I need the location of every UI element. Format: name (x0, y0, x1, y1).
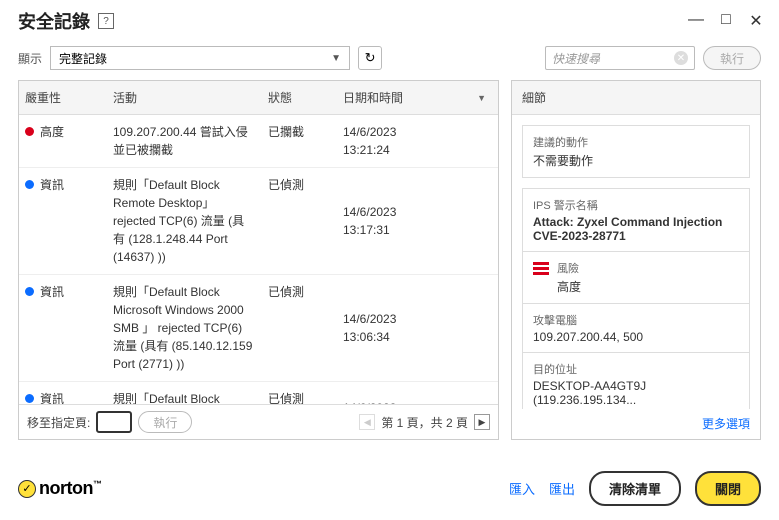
status-text: 已偵測 (262, 390, 337, 404)
search-exec-button[interactable]: 執行 (703, 46, 761, 70)
chevron-down-icon: ▼ (331, 53, 341, 64)
goto-page-input[interactable] (96, 411, 132, 433)
details-header: 細節 (512, 81, 760, 115)
severity-dot-icon (25, 127, 34, 136)
goto-label: 移至指定頁: (27, 414, 90, 431)
ips-label: IPS 警示名稱 (533, 197, 739, 213)
risk-bars-icon (533, 262, 549, 275)
page-title: 安全記錄 (18, 8, 90, 34)
datetime-text: 14/6/202313:06:34 (337, 283, 498, 373)
dropdown-value: 完整記錄 (59, 50, 107, 67)
activity-text: 規則「Default Block Remote Desktop」 rejecte… (107, 390, 262, 404)
datetime-text: 14/6/202313:06:15 (337, 390, 498, 404)
help-icon[interactable]: ? (98, 13, 114, 29)
attacker-value: 109.207.200.44, 500 (533, 330, 739, 344)
sort-desc-icon: ▼ (477, 93, 486, 103)
severity-label: 資訊 (40, 178, 64, 192)
severity-dot-icon (25, 180, 34, 189)
norton-logo: ✓ norton™ (18, 478, 101, 499)
show-label: 顯示 (18, 50, 42, 67)
close-icon[interactable]: ✕ (747, 11, 765, 31)
status-text: 已偵測 (262, 176, 337, 266)
export-link[interactable]: 匯出 (549, 479, 575, 498)
severity-label: 資訊 (40, 285, 64, 299)
next-page-button[interactable]: ▶ (474, 414, 490, 430)
ips-value: Attack: Zyxel Command Injection CVE-2023… (533, 215, 739, 243)
refresh-button[interactable]: ↻ (358, 46, 382, 70)
col-activity[interactable]: 活動 (107, 81, 262, 114)
activity-text: 規則「Default Block Remote Desktop」 rejecte… (107, 176, 262, 266)
col-status[interactable]: 狀態 (262, 81, 337, 114)
table-row[interactable]: 資訊 規則「Default Block Remote Desktop」 rejec… (19, 382, 498, 404)
severity-label: 高度 (40, 125, 64, 139)
clear-search-icon[interactable]: ✕ (674, 51, 688, 65)
severity-dot-icon (25, 394, 34, 403)
severity-label: 資訊 (40, 392, 64, 404)
attacker-label: 攻擊電腦 (533, 312, 739, 328)
datetime-text: 14/6/202313:21:24 (337, 123, 498, 159)
status-text: 已偵測 (262, 283, 337, 373)
datetime-text: 14/6/202313:17:31 (337, 176, 498, 266)
show-dropdown[interactable]: 完整記錄 ▼ (50, 46, 350, 70)
more-options-link[interactable]: 更多選項 (702, 417, 750, 431)
search-input[interactable]: 快速搜尋 ✕ (545, 46, 695, 70)
dest-label: 目的位址 (533, 361, 739, 377)
suggested-action-value: 不需要動作 (533, 152, 739, 169)
suggested-action-label: 建議的動作 (533, 134, 739, 150)
severity-dot-icon (25, 287, 34, 296)
norton-check-icon: ✓ (18, 480, 36, 498)
col-datetime[interactable]: 日期和時間 ▼ (337, 81, 498, 114)
clear-list-button[interactable]: 清除清單 (589, 471, 681, 506)
status-text: 已攔截 (262, 123, 337, 159)
table-row[interactable]: 資訊 規則「Default Block Remote Desktop」 rejec… (19, 168, 498, 275)
table-row[interactable]: 資訊 規則「Default Block Microsoft Windows 200… (19, 275, 498, 382)
log-table: 嚴重性 活動 狀態 日期和時間 ▼ 高度 109.207.200.44 嘗試入侵並… (18, 80, 499, 440)
goto-exec-button[interactable]: 執行 (138, 411, 192, 433)
col-severity[interactable]: 嚴重性 (19, 81, 107, 114)
table-row[interactable]: 高度 109.207.200.44 嘗試入侵並已被攔截已攔截14/6/202313… (19, 115, 498, 168)
risk-label: 風險 (557, 260, 581, 276)
page-info: 第 1 頁，共 2 頁 (381, 414, 468, 431)
close-button[interactable]: 關閉 (695, 471, 761, 506)
import-link[interactable]: 匯入 (509, 479, 535, 498)
details-panel: 細節 建議的動作 不需要動作 IPS 警示名稱 Attack: Zyxel Co… (511, 80, 761, 440)
maximize-icon[interactable]: □ (717, 11, 735, 31)
dest-value: DESKTOP-AA4GT9J (119.236.195.134... (533, 379, 739, 407)
prev-page-button[interactable]: ◀ (359, 414, 375, 430)
risk-value: 高度 (557, 278, 581, 295)
activity-text: 規則「Default Block Microsoft Windows 2000 … (107, 283, 262, 373)
search-placeholder: 快速搜尋 (552, 50, 600, 67)
minimize-icon[interactable]: — (687, 11, 705, 31)
activity-text: 109.207.200.44 嘗試入侵並已被攔截 (107, 123, 262, 159)
